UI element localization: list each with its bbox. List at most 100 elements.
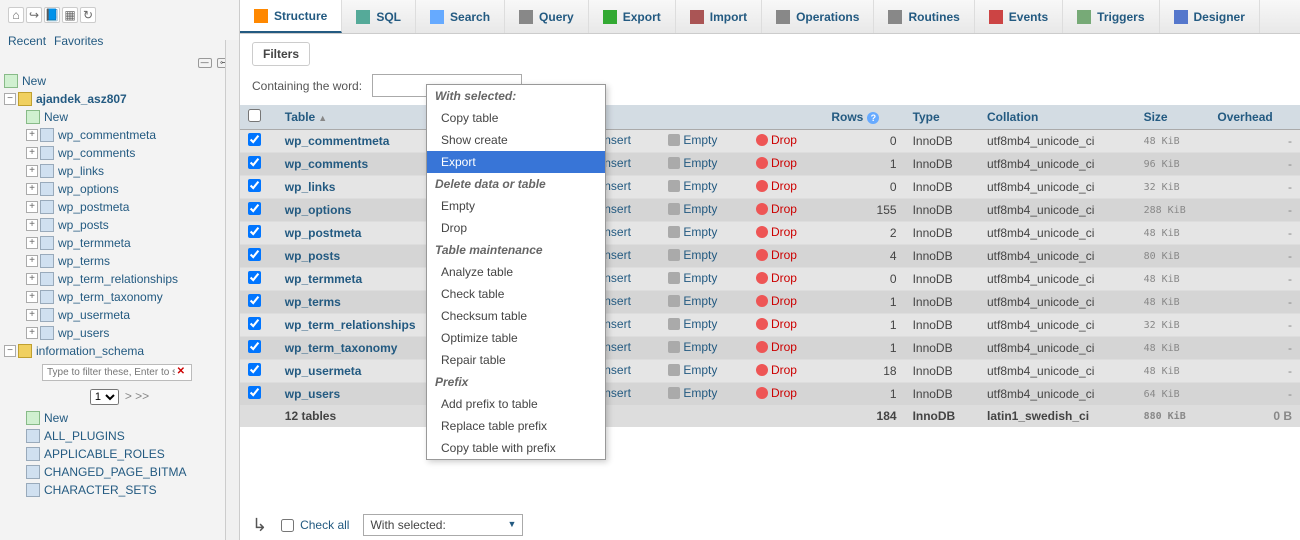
table-name-link[interactable]: wp_comments (285, 157, 368, 171)
check-all[interactable]: Check all (281, 518, 349, 532)
tree-item-wp_commentmeta[interactable]: +wp_commentmeta (4, 126, 235, 144)
tab-triggers[interactable]: Triggers (1063, 0, 1159, 33)
tree-item-wp_comments[interactable]: +wp_comments (4, 144, 235, 162)
drop-action[interactable]: Drop (756, 363, 797, 377)
row-checkbox[interactable] (248, 386, 261, 399)
empty-action[interactable]: Empty (668, 248, 717, 262)
empty-action[interactable]: Empty (668, 133, 717, 147)
tab-routines[interactable]: Routines (874, 0, 974, 33)
tab-import[interactable]: Import (676, 0, 762, 33)
tree-item-all_plugins[interactable]: ALL_PLUGINS (4, 427, 235, 445)
tree-item-wp_usermeta[interactable]: +wp_usermeta (4, 306, 235, 324)
menu-item-copy-table[interactable]: Copy table (427, 107, 605, 129)
sql-icon[interactable]: ▦ (62, 7, 78, 23)
tree-item-character_sets[interactable]: CHARACTER_SETS (4, 481, 235, 499)
tab-operations[interactable]: Operations (762, 0, 874, 33)
tree-item-wp_posts[interactable]: +wp_posts (4, 216, 235, 234)
expand-icon[interactable]: + (26, 309, 38, 321)
row-checkbox[interactable] (248, 202, 261, 215)
tab-search[interactable]: Search (416, 0, 505, 33)
pager-arrows[interactable]: > >> (125, 389, 149, 403)
tree-item-wp_options[interactable]: +wp_options (4, 180, 235, 198)
empty-action[interactable]: Empty (668, 294, 717, 308)
check-all-checkbox[interactable] (281, 519, 294, 532)
drop-action[interactable]: Drop (756, 133, 797, 147)
menu-item-empty[interactable]: Empty (427, 195, 605, 217)
info-icon[interactable]: ? (867, 112, 879, 124)
expand-icon[interactable]: + (26, 129, 38, 141)
expand-icon[interactable]: + (26, 237, 38, 249)
tree-item-wp_postmeta[interactable]: +wp_postmeta (4, 198, 235, 216)
tree-filter-input[interactable] (42, 364, 192, 381)
clear-filter-icon[interactable]: ✕ (177, 366, 185, 377)
row-checkbox[interactable] (248, 179, 261, 192)
tab-export[interactable]: Export (589, 0, 676, 33)
empty-action[interactable]: Empty (668, 271, 717, 285)
drop-action[interactable]: Drop (756, 271, 797, 285)
filters-button[interactable]: Filters (252, 42, 310, 66)
recent-tab[interactable]: Recent (8, 34, 46, 48)
table-name-link[interactable]: wp_term_taxonomy (285, 341, 398, 355)
drop-action[interactable]: Drop (756, 248, 797, 262)
tab-designer[interactable]: Designer (1160, 0, 1260, 33)
table-name-link[interactable]: wp_terms (285, 295, 341, 309)
row-checkbox[interactable] (248, 133, 261, 146)
with-selected-dropdown[interactable]: With selected: (363, 514, 523, 536)
tree-item-wp_terms[interactable]: +wp_terms (4, 252, 235, 270)
expand-icon[interactable]: + (26, 291, 38, 303)
menu-item-optimize-table[interactable]: Optimize table (427, 327, 605, 349)
col-header[interactable]: Type (905, 105, 979, 130)
menu-item-show-create[interactable]: Show create (427, 129, 605, 151)
menu-item-check-table[interactable]: Check table (427, 283, 605, 305)
tree-item-applicable_roles[interactable]: APPLICABLE_ROLES (4, 445, 235, 463)
tree-item-wp_links[interactable]: +wp_links (4, 162, 235, 180)
table-name-link[interactable]: wp_term_relationships (285, 318, 416, 332)
collapse-icon[interactable]: — (198, 58, 212, 68)
col-header[interactable]: Rows? (823, 105, 904, 130)
sidebar-scrollbar[interactable] (225, 40, 239, 540)
expand-icon[interactable]: + (26, 327, 38, 339)
empty-action[interactable]: Empty (668, 202, 717, 216)
collapse-icon[interactable]: − (4, 345, 16, 357)
table-name-link[interactable]: wp_links (285, 180, 336, 194)
tree-item-wp_users[interactable]: +wp_users (4, 324, 235, 342)
expand-icon[interactable]: + (26, 219, 38, 231)
row-checkbox[interactable] (248, 248, 261, 261)
tree-item-wp_termmeta[interactable]: +wp_termmeta (4, 234, 235, 252)
empty-action[interactable]: Empty (668, 156, 717, 170)
exit-icon[interactable]: ↪ (26, 7, 42, 23)
menu-item-export[interactable]: Export (427, 151, 605, 173)
expand-icon[interactable]: + (26, 183, 38, 195)
select-all-checkbox[interactable] (248, 109, 261, 122)
tab-structure[interactable]: Structure (240, 0, 342, 33)
favorites-tab[interactable]: Favorites (54, 34, 103, 48)
empty-action[interactable]: Empty (668, 363, 717, 377)
row-checkbox[interactable] (248, 156, 261, 169)
table-name-link[interactable]: wp_users (285, 387, 340, 401)
tab-query[interactable]: Query (505, 0, 589, 33)
drop-action[interactable]: Drop (756, 202, 797, 216)
col-header[interactable] (240, 105, 277, 130)
expand-icon[interactable]: + (26, 165, 38, 177)
refresh-icon[interactable]: ↻ (80, 7, 96, 23)
expand-icon[interactable]: + (26, 201, 38, 213)
tree-item-information_schema[interactable]: −information_schema (4, 342, 235, 360)
empty-action[interactable]: Empty (668, 340, 717, 354)
empty-action[interactable]: Empty (668, 225, 717, 239)
drop-action[interactable]: Drop (756, 317, 797, 331)
table-name-link[interactable]: wp_options (285, 203, 352, 217)
row-checkbox[interactable] (248, 294, 261, 307)
table-name-link[interactable]: wp_termmeta (285, 272, 362, 286)
drop-action[interactable]: Drop (756, 340, 797, 354)
tree-item-new[interactable]: New (4, 409, 235, 427)
drop-action[interactable]: Drop (756, 294, 797, 308)
menu-item-copy-table-with-prefix[interactable]: Copy table with prefix (427, 437, 605, 459)
col-header[interactable]: Collation (979, 105, 1136, 130)
table-name-link[interactable]: wp_usermeta (285, 364, 362, 378)
sort-asc-icon[interactable]: ▲ (318, 113, 327, 123)
tab-events[interactable]: Events (975, 0, 1063, 33)
row-checkbox[interactable] (248, 225, 261, 238)
drop-action[interactable]: Drop (756, 179, 797, 193)
menu-item-replace-table-prefix[interactable]: Replace table prefix (427, 415, 605, 437)
col-header[interactable]: Size (1136, 105, 1210, 130)
